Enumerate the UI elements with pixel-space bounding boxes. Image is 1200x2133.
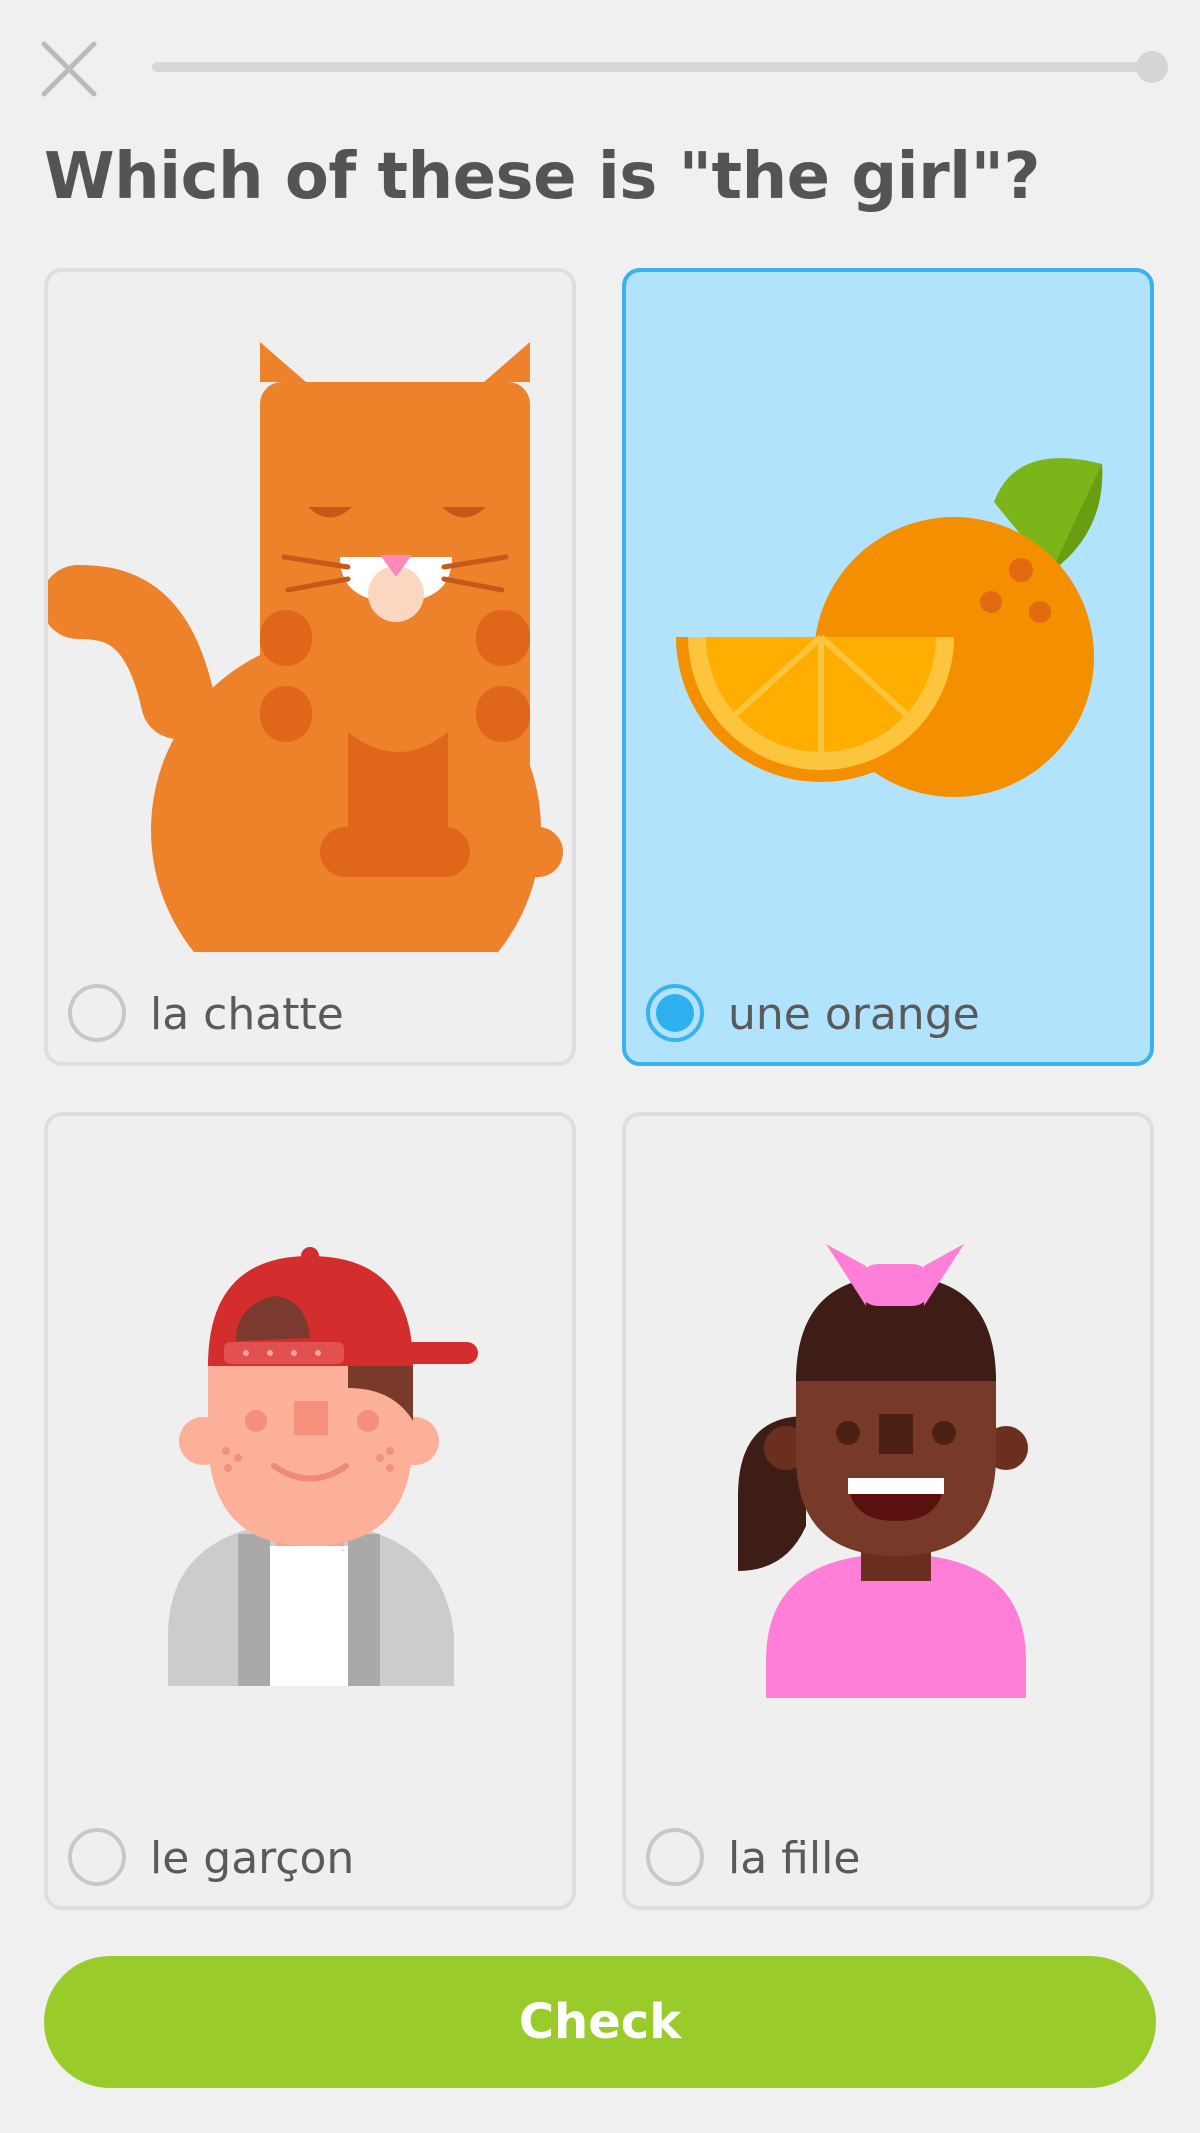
- boy-illustration: [48, 1116, 572, 1796]
- cat-illustration: [48, 272, 572, 952]
- option-radio[interactable]: [646, 1828, 704, 1886]
- option-card-la-fille[interactable]: la fille: [622, 1112, 1154, 1910]
- close-x-icon: [41, 41, 97, 97]
- orange-illustration: [626, 272, 1150, 952]
- option-radio[interactable]: [68, 1828, 126, 1886]
- option-card-une-orange[interactable]: une orange: [622, 268, 1154, 1066]
- check-button[interactable]: Check: [44, 1956, 1156, 2088]
- option-label: la fille: [728, 1833, 861, 1884]
- radio-selected-dot: [656, 994, 694, 1032]
- girl-illustration: [626, 1116, 1150, 1796]
- progress-bar: [152, 51, 1168, 83]
- option-card-la-chatte[interactable]: la chatte: [44, 268, 576, 1066]
- option-label: le garçon: [150, 1833, 355, 1884]
- option-label: la chatte: [150, 989, 344, 1040]
- close-button[interactable]: [40, 40, 98, 98]
- option-radio[interactable]: [68, 984, 126, 1042]
- option-card-le-garcon[interactable]: le garçon: [44, 1112, 576, 1910]
- progress-knob: [1136, 51, 1168, 83]
- option-label: une orange: [728, 989, 980, 1040]
- question-title: Which of these is "the girl"?: [44, 140, 1041, 214]
- option-radio[interactable]: [646, 984, 704, 1042]
- progress-bar-fill: [152, 51, 1168, 83]
